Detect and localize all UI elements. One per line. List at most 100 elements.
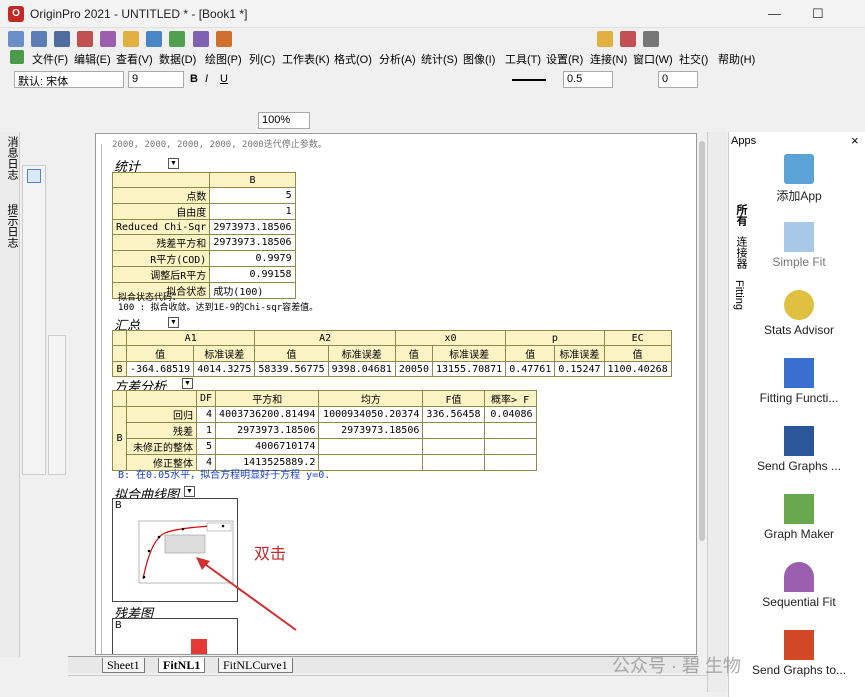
menu-connectivity[interactable]: 连接(N) <box>590 51 627 67</box>
menu-view[interactable]: 查看(V) <box>116 51 153 67</box>
menu-image[interactable]: 图像(I) <box>463 51 495 67</box>
residual-bar <box>191 639 207 654</box>
conclusion-text: B: 在0.05水平，拟合方程明显好于方程 y=0. <box>118 470 331 481</box>
menu-statistics[interactable]: 统计(S) <box>421 51 458 67</box>
message-log-tab[interactable]: 消息日志 <box>4 136 20 180</box>
italic-button[interactable]: I <box>205 73 208 85</box>
folder-icon[interactable] <box>596 31 613 47</box>
menu-preferences[interactable]: 设置(R) <box>546 51 583 67</box>
stats-table: B 点数 5 自由度 1 Reduced Chi-Sqr 2973973.18506 … <box>111 172 296 299</box>
menu-social[interactable]: 社交() <box>679 51 708 67</box>
standard-toolbar <box>0 28 865 50</box>
anova-dropdown[interactable]: ▼ <box>182 378 193 389</box>
apps-title: Apps <box>731 135 757 147</box>
bottom-toolbar <box>68 675 728 697</box>
app-graph-maker[interactable]: Graph Maker <box>749 494 849 541</box>
scrollbar-thumb[interactable] <box>699 141 705 541</box>
residual-thumbnail[interactable]: B <box>112 618 238 654</box>
apps-tab-fitting[interactable]: Fitting <box>733 280 745 310</box>
line-style-icon[interactable] <box>512 79 546 81</box>
apps-close-button[interactable]: × <box>851 133 859 148</box>
save-icon[interactable] <box>146 31 163 47</box>
tab-fitnlcurve1[interactable]: FitNLCurve1 <box>218 658 293 673</box>
table-row: B -364.68519 4014.3275 58339.56775 9398.0468… <box>112 361 672 377</box>
print-icon[interactable] <box>215 31 232 47</box>
new-workbook-icon[interactable] <box>31 31 48 47</box>
zoom-select[interactable]: 100% <box>258 112 310 129</box>
app-simple-fit[interactable]: Simple Fit <box>749 222 849 269</box>
app-add[interactable]: 添加App <box>749 154 849 204</box>
underline-button[interactable]: U <box>220 73 228 85</box>
powerpoint-icon <box>784 630 814 660</box>
workbook-icon <box>10 50 24 64</box>
format-toolbar: 默认: 宋体 9 B I U 0.5 0 <box>0 69 865 91</box>
table-row: B 回归 4 4003736200.81494 1000934050.20374 336.… <box>112 406 537 471</box>
menu-file[interactable]: 文件(F) <box>32 51 68 67</box>
report-sheet[interactable]: 2000, 2000, 2000, 2000, 2000迭代停止参数。 统计 ▼… <box>95 133 697 655</box>
menu-edit[interactable]: 编辑(E) <box>74 51 111 67</box>
table-row: 自由度 1 <box>111 203 296 220</box>
app-fitting-functions[interactable]: Fitting Functi... <box>749 358 849 405</box>
app-stats-advisor[interactable]: Stats Advisor <box>749 290 849 337</box>
add-app-icon <box>784 154 814 184</box>
tools-palette <box>22 165 46 475</box>
hint-log-tab[interactable]: 提示日志 <box>4 204 20 248</box>
menu-help[interactable]: 帮助(H) <box>718 51 755 67</box>
graph-maker-icon <box>784 494 814 524</box>
tab-sheet1[interactable]: Sheet1 <box>102 658 145 673</box>
menu-analysis[interactable]: 分析(A) <box>379 51 416 67</box>
menu-column[interactable]: 列(C) <box>249 51 275 67</box>
menu-data[interactable]: 数据(D) <box>159 51 196 67</box>
maximize-button[interactable]: ☐ <box>812 6 824 22</box>
apps-tab-connectors[interactable]: 连接器 <box>733 236 749 269</box>
summary-dropdown[interactable]: ▼ <box>168 317 179 328</box>
window-title: OriginPro 2021 - UNTITLED * - [Book1 *] <box>30 7 248 21</box>
stats-dropdown[interactable]: ▼ <box>168 158 179 169</box>
export-icon[interactable] <box>192 31 209 47</box>
app-sequential-fit[interactable]: Sequential Fit <box>749 562 849 609</box>
font-size-select[interactable]: 9 <box>128 71 184 88</box>
left-dock: 消息日志 提示日志 <box>0 132 20 657</box>
outline-line <box>101 144 102 654</box>
app-logo-icon: O <box>8 6 24 22</box>
wand-icon <box>784 290 814 320</box>
bold-button[interactable]: B <box>190 73 198 85</box>
menu-tools[interactable]: 工具(T) <box>505 51 541 67</box>
table-row: 调整后R平方 0.99158 <box>111 266 296 283</box>
sequential-fit-icon <box>784 562 814 592</box>
new-project-icon[interactable] <box>8 31 24 47</box>
table-row: 未修正的整体 5 4006710174 <box>113 438 537 455</box>
menu-plot[interactable]: 绘图(P) <box>205 51 242 67</box>
fitcurve-dropdown[interactable]: ▼ <box>184 486 195 497</box>
app-send-graphs[interactable]: Send Graphs ... <box>749 426 849 473</box>
value-select[interactable]: 0 <box>658 71 698 88</box>
settings-icon[interactable] <box>642 31 659 47</box>
minimize-button[interactable]: — <box>768 6 781 21</box>
open-icon[interactable] <box>123 31 140 47</box>
app-send-graphs-ppt[interactable]: Send Graphs to... <box>749 630 849 677</box>
table-row: 点数 5 <box>111 187 296 204</box>
menu-worksheet[interactable]: 工作表(K) <box>282 51 330 67</box>
word-icon <box>784 426 814 456</box>
apps-tab-all[interactable]: 所有 <box>733 204 749 226</box>
stats-col-header: B <box>209 172 296 188</box>
vertical-scrollbar[interactable] <box>697 133 707 655</box>
anova-table: DF 平方和 均方 F值 概率> F B 回归 4 4003736200.81494 10009… <box>112 390 537 471</box>
tools-toolbar: 100% <box>0 110 700 132</box>
tab-fitnl1[interactable]: FitNL1 <box>158 658 206 673</box>
line-width-select[interactable]: 0.5 <box>563 71 613 88</box>
font-select[interactable]: 默认: 宋体 <box>14 71 124 88</box>
menu-format[interactable]: 格式(O) <box>334 51 372 67</box>
pointer-tool-icon[interactable] <box>27 169 41 183</box>
watermark: 公众号 · 碧 生物 <box>612 656 741 676</box>
refresh-icon[interactable] <box>619 31 636 47</box>
table-row: Reduced Chi-Sqr 2973973.18506 <box>111 219 296 235</box>
new-matrix-icon[interactable] <box>54 31 71 47</box>
new-function-icon[interactable] <box>100 31 117 47</box>
new-graph-icon[interactable] <box>77 31 94 47</box>
summary-table: A1 A2 x0 p EC 值标准误差值标准误差值标准误差值标准误差值 B -364.68… <box>112 330 672 377</box>
menu-window[interactable]: 窗口(W) <box>633 51 673 67</box>
import-icon[interactable] <box>169 31 186 47</box>
fitcurve-label: B <box>115 500 122 511</box>
sheet-tabs: Sheet1 FitNL1 FitNLCurve1 <box>68 656 698 673</box>
